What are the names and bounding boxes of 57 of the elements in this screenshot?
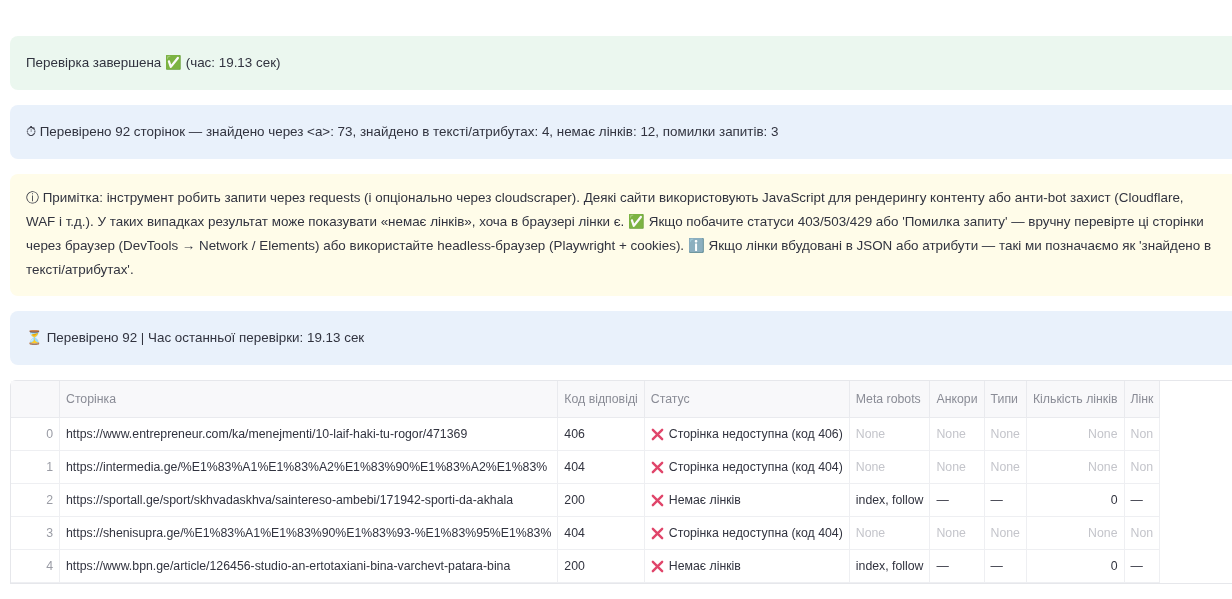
table-cell: —	[930, 483, 985, 517]
alert-message: ⓘ Примітка: інструмент робить запити через requests (і опціонально через cloudscraper). Деякі сайти використовують JavaScript для рендерингу контенту або анти-bot захист (Cloudflare, WAF і т.д.). У таких випадках результат може показувати «немає лінків», хоча в браузері лінки є. ✅ Якщо побачите статуси 403/503/429 або 'Помилка запиту' — вручну перевірте ці сторінки через браузер (DevTools → Network / Elements) або використайте headless-браузер (Playwright + cookies). ℹ Якщо лінки вбудовані в JSON або атрибути — такі ми позначаємо як 'знайдено в тексті/атрибутах'.	[10, 174, 1232, 296]
table-cell: None	[930, 450, 985, 484]
table-cell: None	[984, 516, 1027, 550]
row-index: 4	[11, 549, 60, 583]
table-cell: —	[1124, 549, 1160, 583]
table-cell: index, follow	[849, 483, 930, 517]
row-index: 0	[11, 417, 60, 451]
table-cell: —	[930, 549, 985, 583]
status-text: Сторінка недоступна (код 404)	[668, 460, 843, 474]
table-cell: —	[984, 549, 1027, 583]
table-cell: https://intermedia.ge/%E1%83%A1%E1%83%A2%E1%83%90%E1%83%A2%E1%83%	[59, 450, 558, 484]
table-cell: 406	[557, 417, 645, 451]
row-index: 2	[11, 483, 60, 517]
table-cell: 200	[557, 483, 645, 517]
table-cell: Non	[1124, 417, 1160, 451]
table-cell: Non	[1124, 516, 1160, 550]
status-text: Немає лінків	[668, 559, 741, 573]
status-text: Немає лінків	[668, 493, 741, 507]
row-index: 3	[11, 516, 60, 550]
column-header[interactable]: Сторінка	[59, 381, 558, 418]
column-header[interactable]: Типи	[984, 381, 1027, 418]
table-cell: None	[1026, 516, 1124, 550]
table-cell: https://www.entrepreneur.com/ka/menejmenti/10-laif-haki-tu-rogor/471369	[59, 417, 558, 451]
table-cell: 0	[1026, 549, 1124, 583]
table-cell: —	[984, 483, 1027, 517]
table-cell: 200	[557, 549, 645, 583]
table-cell: None	[1026, 450, 1124, 484]
table-cell: https://sportall.ge/sport/skhvadaskhva/saintereso-ambebi/171942-sporti-da-akhala	[59, 483, 558, 517]
table-cell: index, follow	[849, 549, 930, 583]
alert-message: ⏳ Перевірено 92 | Час останньої перевірки: 19.13 сек	[10, 311, 1232, 365]
table-cell: —	[1124, 483, 1160, 517]
table-cell: None	[1026, 417, 1124, 451]
alert-message: Перевірка завершена ✅ (час: 19.13 сек)	[10, 36, 1232, 90]
table-cell: https://www.bpn.ge/article/126456-studio-an-ertotaxiani-bina-varchevt-patara-bina	[59, 549, 558, 583]
column-header[interactable]: Кількість лінків	[1026, 381, 1124, 418]
table-cell: 0	[1026, 483, 1124, 517]
table-cell: https://shenisupra.ge/%E1%83%A1%E1%83%90%E1%83%93-%E1%83%95%E1%83%	[59, 516, 558, 550]
table-cell: None	[984, 450, 1027, 484]
column-header[interactable]: Статус	[644, 381, 850, 418]
table-cell: Non	[1124, 450, 1160, 484]
column-header[interactable]: Анкори	[930, 381, 985, 418]
column-header[interactable]: Лінк	[1124, 381, 1160, 418]
status-text: Сторінка недоступна (код 404)	[668, 526, 843, 540]
status-text: Сторінка недоступна (код 406)	[668, 427, 843, 441]
table-cell: None	[849, 516, 930, 550]
table-cell: 404	[557, 450, 645, 484]
table-cell: None	[930, 516, 985, 550]
table-cell: None	[930, 417, 985, 451]
table-cell: None	[849, 417, 930, 451]
alert-message: ⏱ Перевірено 92 сторінок — знайдено через <a>: 73, знайдено в тексті/атрибутах: 4, немає лінків: 12, помилки запитів: 3	[10, 105, 1232, 159]
table-cell: None	[984, 417, 1027, 451]
table-cell: None	[849, 450, 930, 484]
table-cell: 404	[557, 516, 645, 550]
row-index: 1	[11, 450, 60, 484]
column-header[interactable]: Meta robots	[849, 381, 930, 418]
column-header[interactable]: Код відповіді	[557, 381, 645, 418]
